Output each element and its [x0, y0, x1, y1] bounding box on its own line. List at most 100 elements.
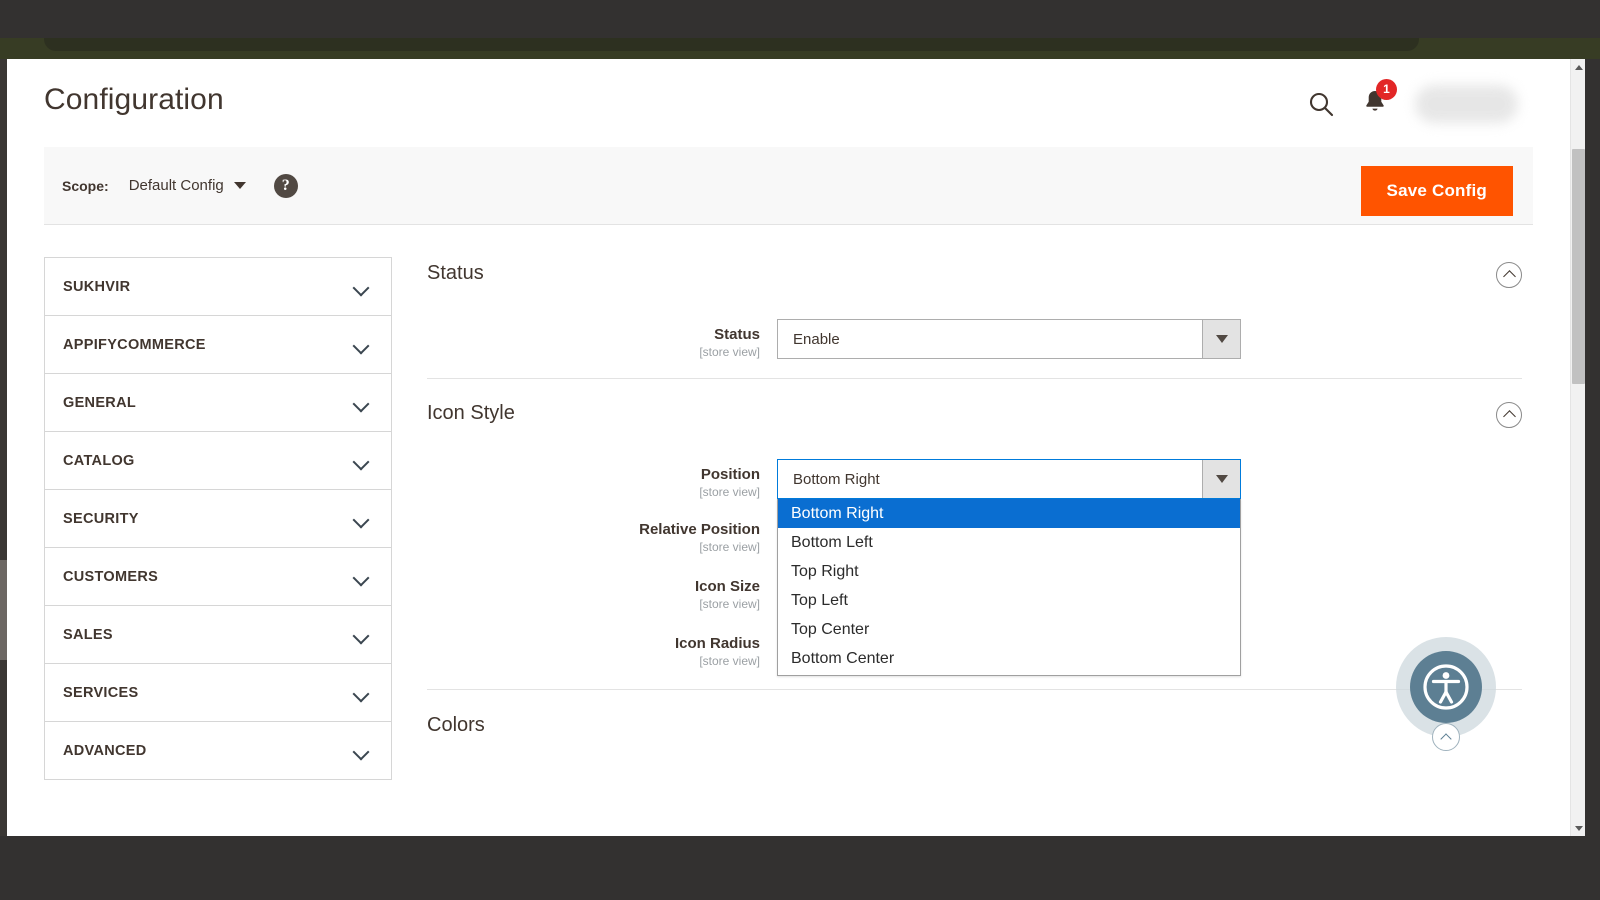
collapse-section-icon[interactable] — [1496, 402, 1522, 428]
sidebar-item-customers[interactable]: CUSTOMERS — [45, 548, 391, 606]
status-select[interactable]: Enable — [777, 319, 1241, 359]
option-bottom-center[interactable]: Bottom Center — [778, 644, 1240, 673]
chevron-down-icon — [354, 514, 369, 523]
chevron-down-icon — [354, 746, 369, 755]
chevron-down-icon[interactable] — [1202, 460, 1240, 498]
option-top-left[interactable]: Top Left — [778, 586, 1240, 615]
sidebar-item-services[interactable]: SERVICES — [45, 664, 391, 722]
sidebar-item-label: SECURITY — [63, 510, 139, 527]
section-divider — [427, 689, 1522, 690]
chevron-down-icon — [354, 282, 369, 291]
chevron-down-icon — [354, 630, 369, 639]
scope-bar: Scope: Default Config ? Save Config — [44, 147, 1533, 225]
field-label: Relative Position — [639, 521, 760, 538]
section-title: Icon Style — [427, 402, 515, 424]
section-colors-header[interactable]: Colors — [427, 709, 1533, 771]
page-header: Configuration 1 — [37, 59, 1540, 147]
section-icon-style-header[interactable]: Icon Style — [427, 397, 1533, 459]
chevron-down-icon — [354, 572, 369, 581]
position-options-dropdown[interactable]: Bottom Right Bottom Left Top Right Top L… — [777, 499, 1241, 676]
browser-chrome-top — [0, 0, 1600, 38]
scrollbar-thumb[interactable] — [1572, 149, 1585, 384]
sidebar-item-label: ADVANCED — [63, 742, 147, 759]
field-label-col: Position [store view] — [427, 459, 777, 500]
config-content: SUKHVIR APPIFYCOMMERCE GENERAL CATALOG S… — [37, 225, 1540, 780]
field-label-col: Icon Size [store view] — [427, 571, 777, 612]
browser-chrome-bottom — [0, 836, 1600, 900]
sidebar-item-general[interactable]: GENERAL — [45, 374, 391, 432]
screen-root: Configuration 1 Scope: Default Config ? … — [0, 0, 1600, 900]
notification-count-badge: 1 — [1376, 78, 1397, 100]
sidebar-item-sales[interactable]: SALES — [45, 606, 391, 664]
scope-switcher[interactable]: Default Config — [129, 177, 246, 194]
scope-help-icon[interactable]: ? — [273, 173, 298, 198]
viewport-left-edge — [0, 59, 7, 836]
field-label: Status — [714, 326, 760, 343]
chevron-down-icon — [354, 456, 369, 465]
collapse-section-icon[interactable] — [1496, 262, 1522, 288]
chevron-down-icon — [354, 398, 369, 407]
scrollbar-up-arrow[interactable] — [1571, 59, 1585, 75]
outer-scroll-segment[interactable] — [0, 560, 7, 660]
scrollbar-down-arrow[interactable] — [1571, 820, 1585, 836]
olive-strip-inner — [44, 38, 1419, 51]
sidebar-item-security[interactable]: SECURITY — [45, 490, 391, 548]
section-title: Status — [427, 262, 484, 284]
field-scope-note: [store view] — [699, 597, 760, 611]
field-label: Position — [700, 466, 760, 483]
field-scope-note: [store view] — [699, 540, 760, 554]
field-scope-note: [store view] — [699, 485, 760, 499]
field-label-col: Relative Position [store view] — [427, 514, 777, 555]
section-title: Colors — [427, 714, 485, 736]
field-scope-note: [store view] — [699, 345, 760, 359]
accessibility-widget — [1396, 637, 1496, 751]
sidebar-item-label: SUKHVIR — [63, 278, 131, 295]
field-label: Icon Size — [694, 578, 760, 595]
sidebar-item-sukhvir[interactable]: SUKHVIR — [45, 258, 391, 316]
sidebar-item-label: APPIFYCOMMERCE — [63, 336, 206, 353]
chevron-down-icon — [354, 688, 369, 697]
field-scope-note: [store view] — [699, 654, 760, 668]
field-status: Status [store view] Enable — [427, 319, 1533, 360]
header-actions: 1 — [1308, 78, 1518, 123]
sidebar-item-catalog[interactable]: CATALOG — [45, 432, 391, 490]
sidebar-item-label: GENERAL — [63, 394, 136, 411]
option-bottom-left[interactable]: Bottom Left — [778, 528, 1240, 557]
status-select-value: Enable — [793, 330, 840, 348]
admin-page: Configuration 1 Scope: Default Config ? … — [7, 59, 1570, 836]
option-top-right[interactable]: Top Right — [778, 557, 1240, 586]
field-label-col: Icon Radius [store view] — [427, 628, 777, 669]
config-main-panel: Status Status [store view] Enable Icon S… — [392, 257, 1533, 780]
page-scrollbar[interactable] — [1570, 59, 1585, 836]
section-divider — [427, 378, 1522, 379]
scope-label: Scope: — [62, 177, 109, 194]
accessibility-collapse-icon[interactable] — [1432, 723, 1460, 751]
field-label: Icon Radius — [674, 635, 760, 652]
position-select[interactable]: Bottom Right — [777, 459, 1241, 499]
sidebar-item-label: CATALOG — [63, 452, 135, 469]
accessibility-person-icon[interactable] — [1410, 651, 1482, 723]
config-sidebar: SUKHVIR APPIFYCOMMERCE GENERAL CATALOG S… — [44, 257, 392, 780]
field-position: Position [store view] Bottom Right Botto… — [427, 459, 1533, 676]
option-bottom-right[interactable]: Bottom Right — [778, 499, 1240, 528]
chevron-down-icon — [354, 340, 369, 349]
chevron-down-icon[interactable] — [1202, 320, 1240, 358]
search-icon[interactable] — [1308, 91, 1335, 118]
sidebar-item-advanced[interactable]: ADVANCED — [45, 722, 391, 780]
page-viewport: Configuration 1 Scope: Default Config ? … — [7, 59, 1585, 836]
save-config-button[interactable]: Save Config — [1360, 166, 1513, 216]
field-label-col: Status [store view] — [427, 319, 777, 360]
page-title: Configuration — [44, 83, 224, 116]
sidebar-item-appifycommerce[interactable]: APPIFYCOMMERCE — [45, 316, 391, 374]
chevron-down-icon — [233, 182, 246, 189]
sidebar-item-label: SERVICES — [63, 684, 139, 701]
sidebar-item-label: SALES — [63, 626, 113, 643]
scope-switcher-value: Default Config — [128, 177, 224, 194]
position-select-value: Bottom Right — [793, 470, 880, 488]
section-status-header[interactable]: Status — [427, 257, 1533, 319]
field-control-col: Enable — [777, 319, 1241, 359]
sidebar-item-label: CUSTOMERS — [63, 568, 159, 585]
option-top-center[interactable]: Top Center — [778, 615, 1240, 644]
notifications-bell-icon[interactable]: 1 — [1363, 78, 1397, 120]
user-menu-avatar[interactable] — [1415, 85, 1518, 123]
